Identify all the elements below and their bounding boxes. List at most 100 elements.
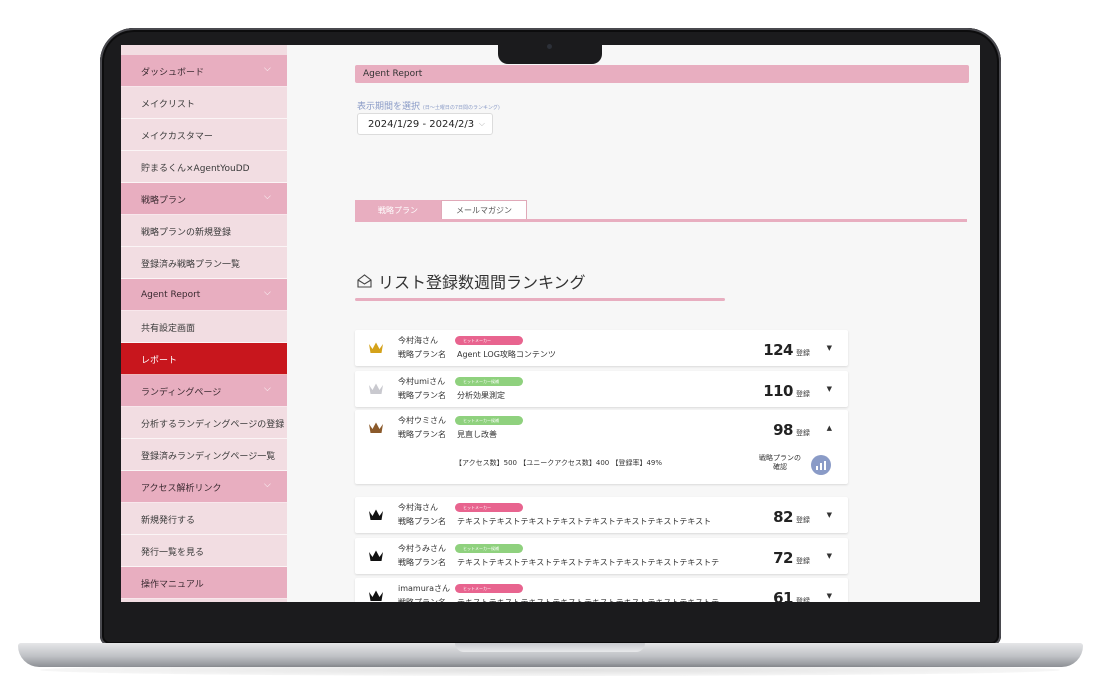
sidebar: ダッシュボード ⌵ メイクリストメイクカスタマー貯まるくん×AgentYouDD 戦略… bbox=[121, 45, 287, 602]
plan-name: テキストテキストテキストテキストテキストテキストテキストテキストテ bbox=[457, 558, 720, 567]
badge-label: ヒットメーカー bbox=[463, 504, 491, 510]
sidebar-item-10[interactable]: ランディングページ ⌵ bbox=[121, 375, 287, 407]
period-select[interactable]: 2024/1/29 - 2024/2/3 ⌵ bbox=[357, 113, 493, 135]
tab-strategy-plan[interactable]: 戦略プラン bbox=[355, 200, 441, 220]
crown-icon bbox=[369, 342, 383, 353]
count-unit: 登録 bbox=[796, 390, 810, 398]
title-underline bbox=[355, 298, 725, 301]
plan-label: 戦略プラン名 bbox=[398, 391, 446, 400]
chart-icon-glyph bbox=[816, 461, 826, 470]
sidebar-divider bbox=[121, 598, 287, 599]
row-details: 【アクセス数】500 【ユニークアクセス数】400 【登録率】49% bbox=[455, 459, 663, 467]
expand-toggle-icon[interactable]: ▼ bbox=[827, 592, 832, 600]
chevron-down-icon: ⌵ bbox=[264, 384, 271, 394]
sidebar-item-2[interactable]: メイクカスタマー bbox=[121, 119, 287, 151]
chevron-down-icon: ⌵ bbox=[264, 288, 271, 298]
plan-detail-link[interactable]: 戦略プランの 確認 bbox=[759, 454, 801, 472]
registration-count: 61 登録 bbox=[773, 589, 810, 602]
ranking-row[interactable]: 今村umiさん ヒットメーカー候補 戦略プラン名 分析効果測定 110 登録 ▼ bbox=[355, 371, 848, 407]
ranking-row[interactable]: 今村ウミさん ヒットメーカー候補 戦略プラン名 見直し改善 98 登録 ▲ 【アクセス数】50… bbox=[355, 410, 848, 484]
plan-name: 見直し改善 bbox=[457, 430, 497, 439]
status-badge: ヒットメーカー候補 bbox=[455, 544, 523, 553]
sidebar-item-9[interactable]: レポート bbox=[121, 343, 287, 375]
period-note: (日〜土曜日の7日間のランキング) bbox=[422, 105, 500, 111]
sidebar-item-0[interactable]: ダッシュボード ⌵ bbox=[121, 55, 287, 87]
count-unit: 登録 bbox=[796, 429, 810, 437]
plan-name: テキストテキストテキストテキストテキストテキストテキストテキスト bbox=[457, 517, 712, 526]
sidebar-item-11[interactable]: 分析するランディングページの登録 bbox=[121, 407, 287, 439]
badge-label: ヒットメーカー候補 bbox=[463, 378, 499, 384]
expand-toggle-icon[interactable]: ▼ bbox=[827, 511, 832, 519]
page-header: Agent Report bbox=[355, 65, 969, 83]
ranking-row[interactable]: imamuraさん ヒットメーカー戦略プラン名 テキストテキストテキストテキストテキ… bbox=[355, 578, 848, 602]
sidebar-item-label: ダッシュボード bbox=[141, 67, 205, 78]
sidebar-item-label: メイクカスタマー bbox=[141, 131, 213, 142]
ranking-title-text: リスト登録数週間ランキング bbox=[378, 273, 586, 292]
tab-label: 戦略プラン bbox=[378, 205, 418, 215]
expand-toggle-icon[interactable]: ▼ bbox=[827, 385, 832, 393]
count-value: 82 bbox=[773, 508, 793, 526]
sidebar-item-12[interactable]: 登録済みランディングページ一覧 bbox=[121, 439, 287, 471]
status-badge: ヒットメーカー bbox=[455, 336, 523, 345]
sidebar-item-4[interactable]: 戦略プラン ⌵ bbox=[121, 183, 287, 215]
screen: ダッシュボード ⌵ メイクリストメイクカスタマー貯まるくん×AgentYouDD 戦略… bbox=[121, 45, 980, 602]
sidebar-item-label: 共有設定画面 bbox=[141, 323, 196, 334]
sidebar-item-label: アクセス解析リンク bbox=[141, 483, 222, 494]
sidebar-item-13[interactable]: アクセス解析リンク ⌵ bbox=[121, 471, 287, 503]
count-unit: 登録 bbox=[796, 597, 810, 602]
agent-name: 今村うみさん bbox=[398, 544, 446, 553]
period-label-text: 表示期間を選択 bbox=[357, 102, 421, 112]
period-label: 表示期間を選択 (日〜土曜日の7日間のランキング) bbox=[357, 99, 500, 112]
tab-bar: 戦略プラン メールマガジン bbox=[355, 200, 967, 222]
sidebar-item-15[interactable]: 発行一覧を見る bbox=[121, 535, 287, 567]
crown-icon bbox=[369, 509, 383, 520]
main-content: Agent Report 表示期間を選択 (日〜土曜日の7日間のランキング) 2… bbox=[287, 45, 980, 602]
count-unit: 登録 bbox=[796, 516, 810, 524]
plan-label: 戦略プラン名 bbox=[398, 430, 446, 439]
sidebar-item-7[interactable]: Agent Report ⌵ bbox=[121, 279, 287, 311]
sidebar-item-3[interactable]: 貯まるくん×AgentYouDD bbox=[121, 151, 287, 183]
registration-count: 98 登録 bbox=[773, 421, 810, 439]
chevron-down-icon: ⌵ bbox=[478, 119, 485, 128]
sidebar-item-16[interactable]: 操作マニュアル bbox=[121, 567, 287, 599]
sidebar-item-5[interactable]: 戦略プランの新規登録 bbox=[121, 215, 287, 247]
collapse-toggle-icon[interactable]: ▲ bbox=[827, 424, 832, 432]
count-value: 98 bbox=[773, 421, 793, 439]
badge-label: ヒットメーカー bbox=[463, 585, 491, 591]
plan-label: 戦略プラン名 bbox=[398, 350, 446, 359]
count-value: 124 bbox=[763, 341, 793, 359]
sidebar-item-label: 操作マニュアル bbox=[141, 579, 204, 590]
sidebar-item-label: Agent Report bbox=[141, 290, 201, 300]
count-value: 72 bbox=[773, 549, 793, 567]
agent-name: 今村海さん bbox=[398, 503, 438, 512]
sidebar-item-label: 新規発行する bbox=[141, 515, 196, 526]
sidebar-item-8[interactable]: 共有設定画面 bbox=[121, 311, 287, 343]
sidebar-item-label: レポート bbox=[141, 355, 178, 366]
sidebar-item-1[interactable]: メイクリスト bbox=[121, 87, 287, 119]
chevron-down-icon: ⌵ bbox=[264, 64, 271, 74]
expand-toggle-icon[interactable]: ▼ bbox=[827, 552, 832, 560]
camera-icon bbox=[547, 44, 552, 49]
tab-label: メールマガジン bbox=[456, 206, 512, 215]
sidebar-item-label: 貯まるくん×AgentYouDD bbox=[141, 163, 250, 174]
ranking-row[interactable]: 今村海さん ヒットメーカー 戦略プラン名 Agent LOG攻略コンテンツ 124 登録 ▼ bbox=[355, 330, 848, 366]
registration-count: 72 登録 bbox=[773, 549, 810, 567]
period-value: 2024/1/29 - 2024/2/3 bbox=[368, 118, 475, 130]
sidebar-item-14[interactable]: 新規発行する bbox=[121, 503, 287, 535]
ranking-row[interactable]: 今村うみさん ヒットメーカー候補 戦略プラン名 テキストテキストテキストテキストテキス… bbox=[355, 538, 848, 574]
agent-name: 今村海さん bbox=[398, 336, 438, 345]
page-title: Agent Report bbox=[363, 69, 423, 79]
crown-icon bbox=[369, 383, 383, 394]
ranking-title: リスト登録数週間ランキング bbox=[357, 269, 586, 293]
tab-mail-magazine[interactable]: メールマガジン bbox=[441, 200, 527, 220]
plan-label: 戦略プラン名 bbox=[398, 597, 446, 602]
count-value: 110 bbox=[763, 382, 793, 400]
chevron-down-icon: ⌵ bbox=[264, 480, 271, 490]
crown-icon bbox=[369, 422, 383, 433]
count-unit: 登録 bbox=[796, 557, 810, 565]
expand-toggle-icon[interactable]: ▼ bbox=[827, 344, 832, 352]
chart-icon[interactable] bbox=[811, 455, 831, 475]
sidebar-item-label: 分析するランディングページの登録 bbox=[141, 419, 285, 430]
ranking-row[interactable]: 今村海さん ヒットメーカー 戦略プラン名 テキストテキストテキストテキストテキストテキ… bbox=[355, 497, 848, 533]
sidebar-item-6[interactable]: 登録済み戦略プラン一覧 bbox=[121, 247, 287, 279]
